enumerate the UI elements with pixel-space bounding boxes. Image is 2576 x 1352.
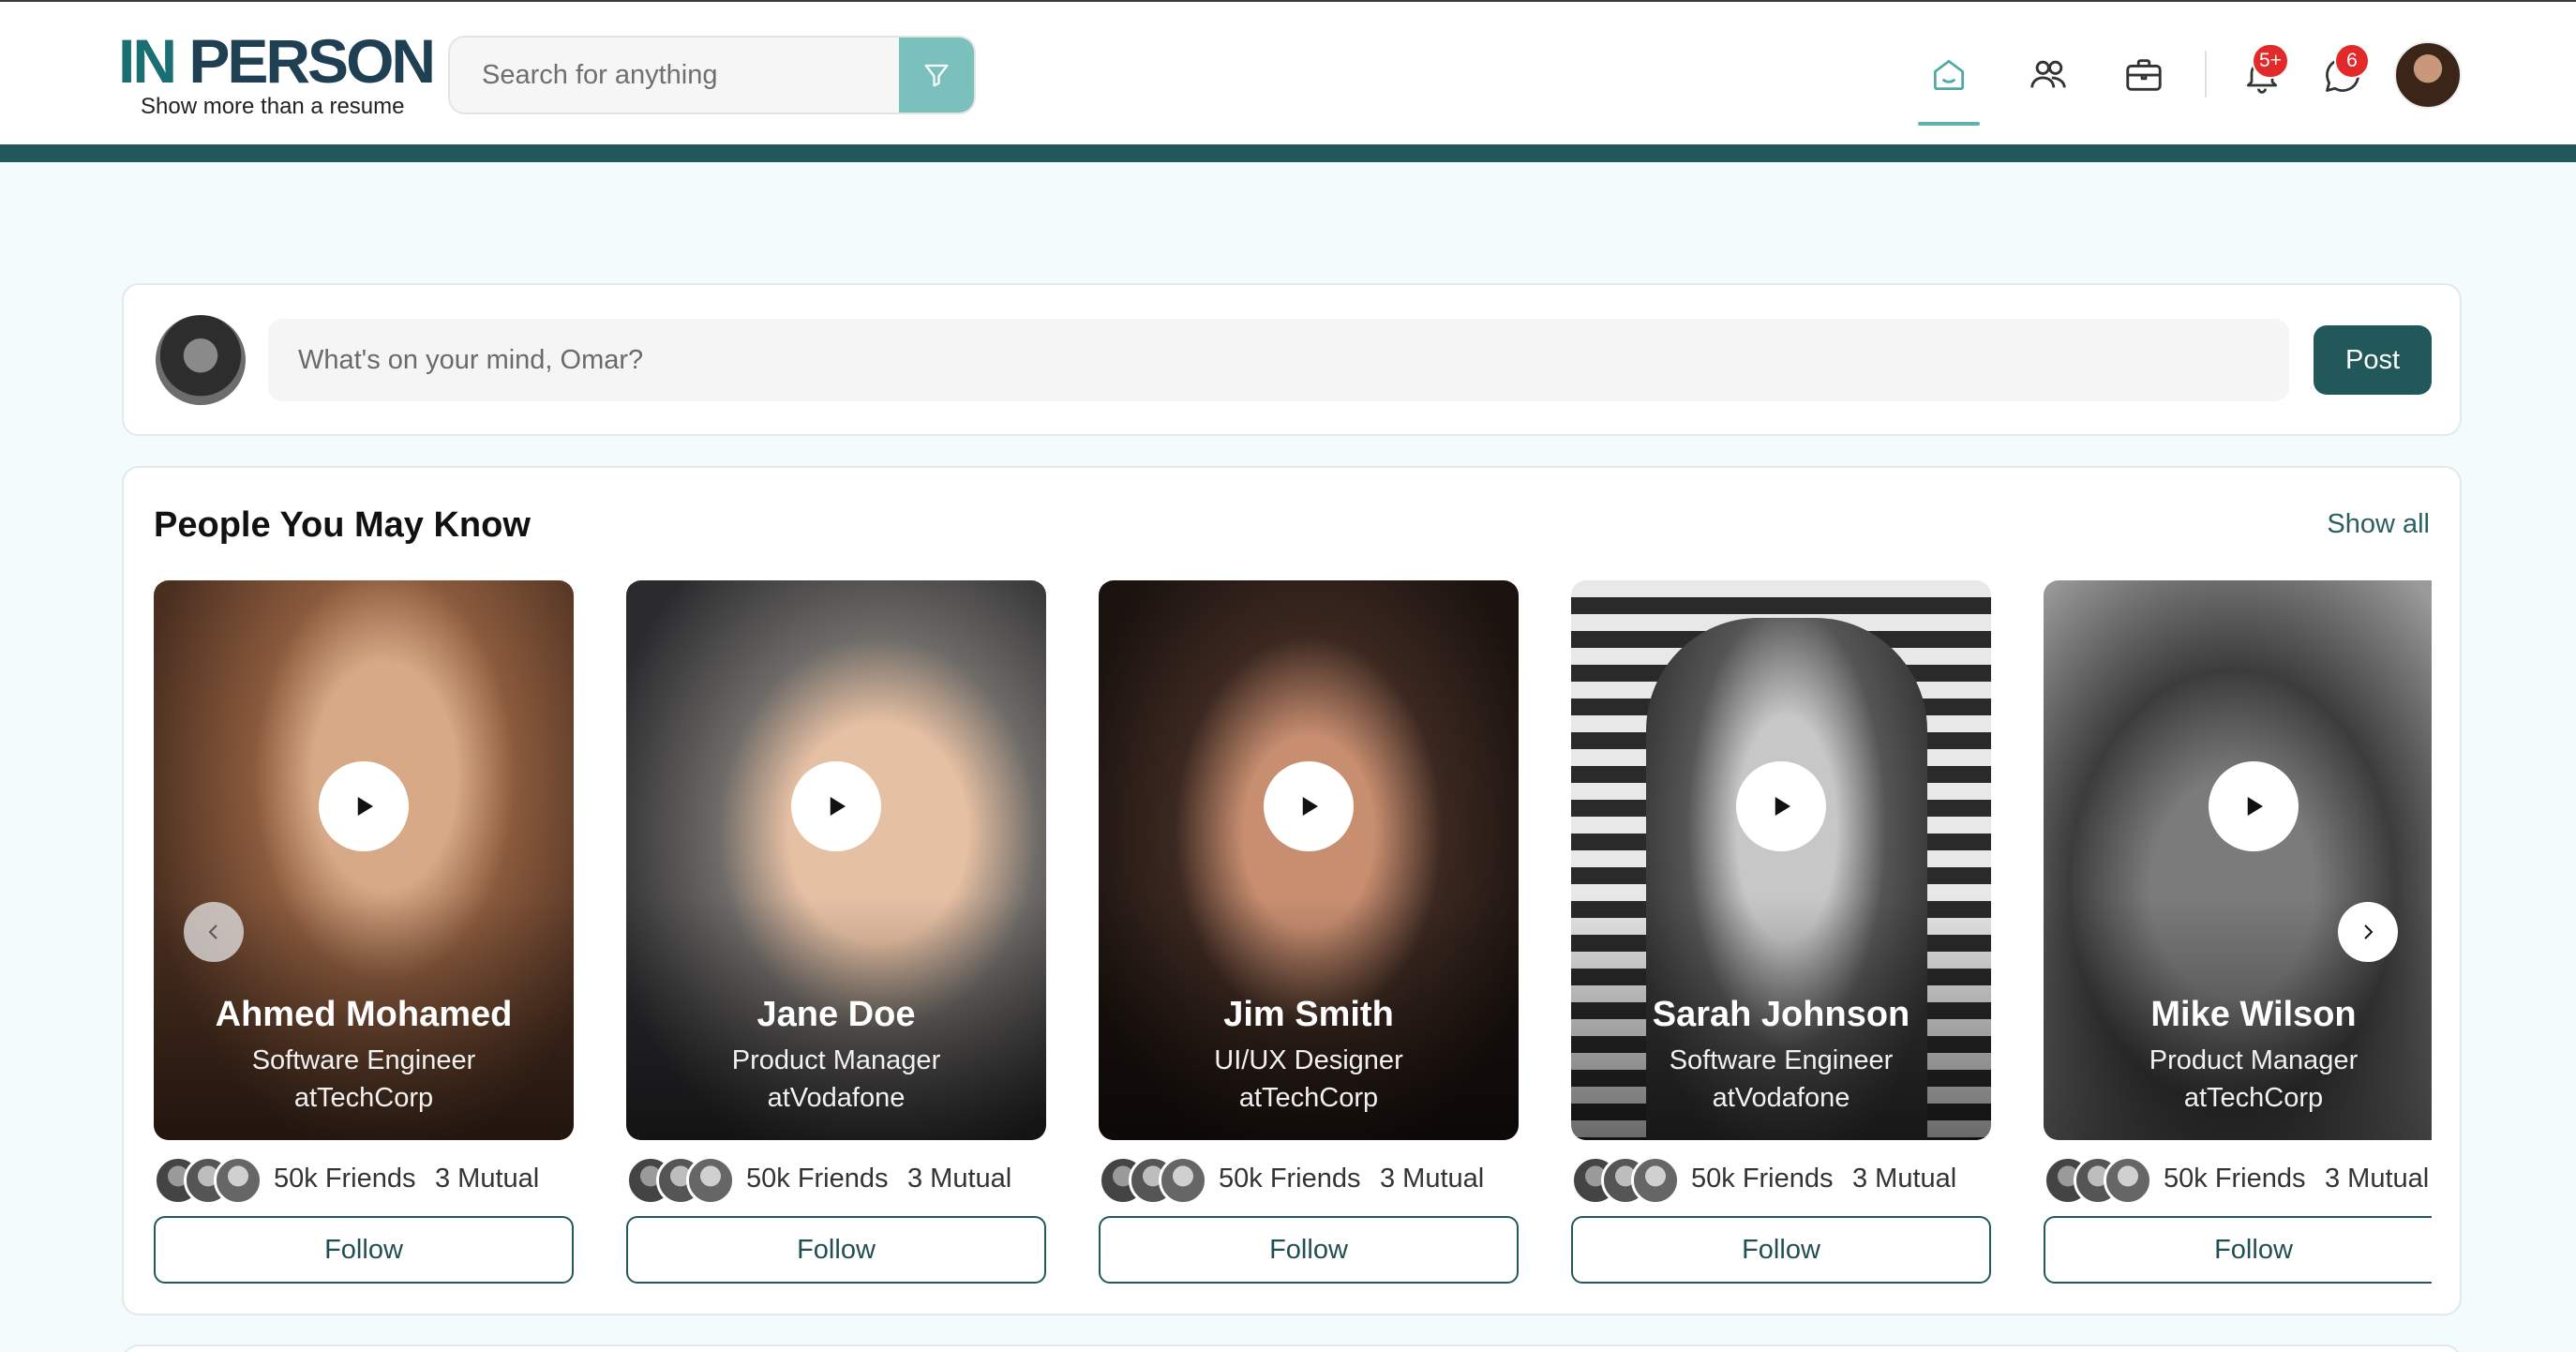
play-icon bbox=[1302, 797, 1318, 816]
play-video-button[interactable] bbox=[319, 761, 409, 851]
carousel-prev-button[interactable] bbox=[184, 902, 244, 962]
nav-people[interactable] bbox=[2017, 36, 2079, 114]
follow-button[interactable]: Follow bbox=[2044, 1216, 2432, 1284]
show-all-link[interactable]: Show all bbox=[2327, 509, 2430, 540]
nav-jobs[interactable] bbox=[2113, 36, 2175, 114]
mutual-count: 3 Mutual bbox=[435, 1164, 540, 1194]
carousel-next-button[interactable] bbox=[2338, 902, 2398, 962]
follow-button[interactable]: Follow bbox=[1571, 1216, 1991, 1284]
person-card: Sarah Johnson Software Engineer atVodafo… bbox=[1571, 580, 1991, 1284]
mutual-friends-row: 50k Friends 3 Mutual bbox=[1099, 1156, 1519, 1207]
logo-in: IN bbox=[118, 26, 177, 96]
person-name: Jane Doe bbox=[756, 995, 916, 1034]
person-name: Ahmed Mohamed bbox=[215, 995, 513, 1034]
play-video-button[interactable] bbox=[2209, 761, 2299, 851]
search-input[interactable] bbox=[450, 38, 900, 113]
filter-button[interactable] bbox=[899, 38, 974, 113]
mutual-count: 3 Mutual bbox=[2325, 1164, 2430, 1194]
nav-divider bbox=[2205, 51, 2207, 98]
chevron-right-icon bbox=[2364, 924, 2374, 939]
search-bar bbox=[448, 36, 976, 114]
person-photo[interactable]: Jim Smith UI/UX Designer atTechCorp bbox=[1099, 580, 1519, 1140]
next-feed-section bbox=[122, 1344, 2462, 1352]
mutual-avatar bbox=[1631, 1156, 1680, 1205]
person-company: atVodafone bbox=[767, 1083, 906, 1113]
person-company: atVodafone bbox=[1712, 1083, 1850, 1113]
mutual-friends-row: 50k Friends 3 Mutual bbox=[154, 1156, 574, 1207]
play-video-button[interactable] bbox=[1736, 761, 1826, 851]
people-carousel: Ahmed Mohamed Software Engineer atTechCo… bbox=[154, 580, 2432, 1293]
nav-home[interactable] bbox=[1918, 36, 1980, 126]
person-photo[interactable]: Sarah Johnson Software Engineer atVodafo… bbox=[1571, 580, 1991, 1140]
people-you-may-know-section: People You May Know Show all Ahmed Moham… bbox=[122, 466, 2462, 1315]
play-video-button[interactable] bbox=[1264, 761, 1354, 851]
follow-button[interactable]: Follow bbox=[626, 1216, 1046, 1284]
friends-count: 50k Friends bbox=[2164, 1164, 2306, 1194]
person-company: atTechCorp bbox=[1238, 1083, 1379, 1113]
mutual-friends-row: 50k Friends 3 Mutual bbox=[2044, 1156, 2432, 1207]
mutual-count: 3 Mutual bbox=[907, 1164, 1012, 1194]
friends-count: 50k Friends bbox=[746, 1164, 889, 1194]
notifications-badge: 5+ bbox=[2252, 43, 2289, 79]
logo-tagline: Show more than a resume bbox=[141, 94, 405, 119]
logo[interactable]: IN PERSON Show more than a resume bbox=[118, 30, 437, 120]
friends-count: 50k Friends bbox=[274, 1164, 416, 1194]
header-accent-band bbox=[0, 144, 2576, 162]
section-title: People You May Know bbox=[154, 505, 531, 545]
nav-messages[interactable]: 6 bbox=[2312, 36, 2374, 114]
post-button[interactable]: Post bbox=[2314, 325, 2432, 395]
follow-button[interactable]: Follow bbox=[1099, 1216, 1519, 1284]
chevron-left-icon bbox=[208, 924, 217, 939]
post-input[interactable] bbox=[268, 319, 2289, 401]
top-navbar: IN PERSON Show more than a resume 5+ 6 bbox=[0, 2, 2576, 144]
mutual-friends-row: 50k Friends 3 Mutual bbox=[626, 1156, 1046, 1207]
play-icon bbox=[357, 797, 373, 816]
play-icon bbox=[1775, 797, 1790, 816]
mutual-count: 3 Mutual bbox=[1852, 1164, 1957, 1194]
friends-count: 50k Friends bbox=[1691, 1164, 1834, 1194]
logo-person: PERSON bbox=[174, 26, 436, 96]
user-avatar[interactable] bbox=[2394, 41, 2462, 109]
person-name: Jim Smith bbox=[1223, 995, 1394, 1034]
person-name: Mike Wilson bbox=[2150, 995, 2357, 1034]
person-photo[interactable]: Jane Doe Product Manager atVodafone bbox=[626, 580, 1046, 1140]
person-card: Jane Doe Product Manager atVodafone 50k … bbox=[626, 580, 1046, 1284]
mutual-count: 3 Mutual bbox=[1380, 1164, 1485, 1194]
person-role: Product Manager bbox=[2149, 1045, 2359, 1075]
person-card: Jim Smith UI/UX Designer atTechCorp 50k … bbox=[1099, 580, 1519, 1284]
person-company: atTechCorp bbox=[2183, 1083, 2324, 1113]
mutual-avatar bbox=[1159, 1156, 1207, 1205]
nav-notifications[interactable]: 5+ bbox=[2231, 36, 2293, 114]
briefcase-icon bbox=[2126, 59, 2162, 91]
mutual-avatar bbox=[686, 1156, 735, 1205]
person-photo[interactable]: Ahmed Mohamed Software Engineer atTechCo… bbox=[154, 580, 574, 1140]
person-role: UI/UX Designer bbox=[1214, 1045, 1403, 1075]
person-role: Software Engineer bbox=[1669, 1045, 1894, 1075]
person-role: Software Engineer bbox=[251, 1045, 476, 1075]
people-icon bbox=[2030, 60, 2066, 88]
post-composer: Post bbox=[122, 283, 2462, 436]
home-icon bbox=[1933, 59, 1965, 91]
person-photo[interactable]: Mike Wilson Product Manager atTechCorp bbox=[2044, 580, 2432, 1140]
composer-avatar bbox=[156, 315, 246, 405]
person-company: atTechCorp bbox=[293, 1083, 434, 1113]
play-icon bbox=[830, 797, 846, 816]
logo-wordmark: IN PERSON bbox=[118, 30, 437, 92]
filter-icon bbox=[924, 64, 949, 87]
play-icon bbox=[2247, 797, 2263, 816]
play-video-button[interactable] bbox=[791, 761, 881, 851]
messages-badge: 6 bbox=[2334, 43, 2370, 79]
mutual-avatar bbox=[2104, 1156, 2152, 1205]
person-role: Product Manager bbox=[731, 1045, 941, 1075]
person-name: Sarah Johnson bbox=[1652, 995, 1910, 1034]
mutual-avatar bbox=[214, 1156, 262, 1205]
mutual-friends-row: 50k Friends 3 Mutual bbox=[1571, 1156, 1991, 1207]
friends-count: 50k Friends bbox=[1219, 1164, 1361, 1194]
follow-button[interactable]: Follow bbox=[154, 1216, 574, 1284]
